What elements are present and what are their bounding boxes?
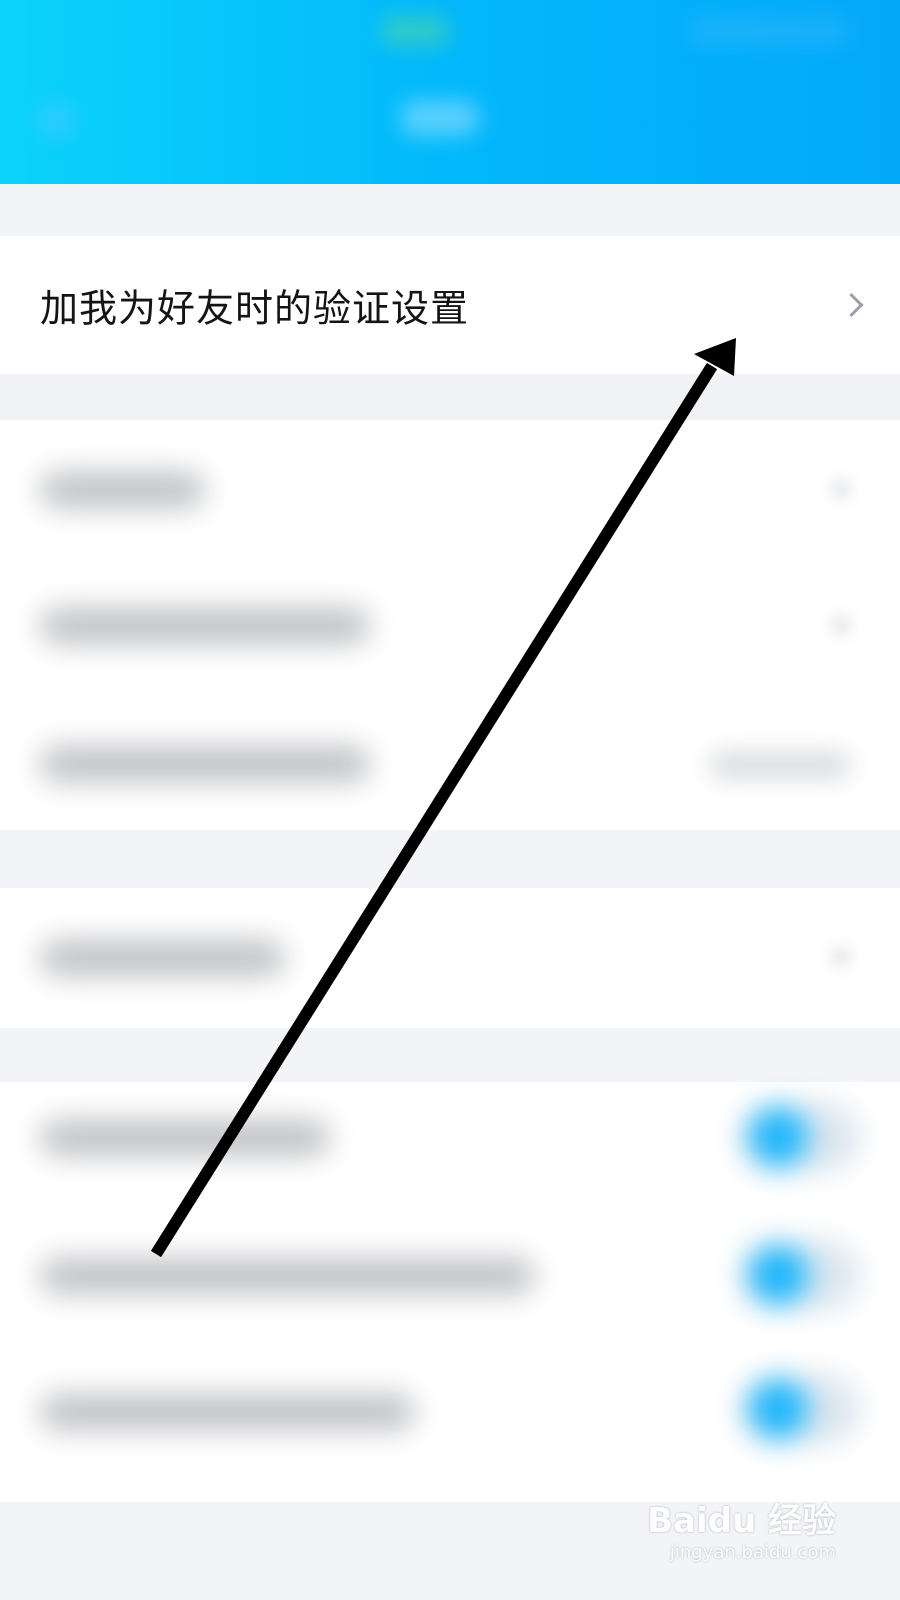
blurred-row-label <box>40 608 370 644</box>
blurred-row-label <box>40 1120 330 1156</box>
section-gap <box>0 374 900 420</box>
friend-verification-settings-row[interactable]: 加我为好友时的验证设置 <box>0 236 900 374</box>
toggle-knob <box>748 1379 808 1439</box>
chevron-right-icon <box>834 950 848 964</box>
toggle-switch[interactable] <box>740 1240 860 1310</box>
blurred-row-label <box>40 940 285 976</box>
watermark-brand: Baidu 经验 <box>647 1501 836 1541</box>
blurred-settings-group <box>0 888 900 1028</box>
blurred-row-label <box>40 1258 535 1294</box>
blurred-settings-group <box>0 420 900 830</box>
app-header <box>0 0 900 184</box>
toggle-switch[interactable] <box>740 1374 860 1444</box>
baidu-watermark: Baidu 经验 jingyan.baidu.com <box>647 1504 836 1564</box>
chevron-right-icon <box>834 618 848 632</box>
friend-verification-label: 加我为好友时的验证设置 <box>40 286 470 331</box>
blurred-toggle-group <box>0 1082 900 1502</box>
blurred-row-value <box>710 752 850 778</box>
chevron-right-icon <box>839 292 864 318</box>
chevron-right-icon <box>834 482 848 496</box>
section-gap <box>0 830 900 888</box>
section-gap <box>0 1028 900 1082</box>
toggle-knob <box>748 1245 808 1305</box>
toggle-switch[interactable] <box>740 1102 860 1172</box>
blurred-row-label <box>40 1394 415 1430</box>
section-gap <box>0 184 900 236</box>
watermark-site: jingyan.baidu.com <box>669 1542 836 1563</box>
blurred-row-label <box>40 472 205 508</box>
blurred-row-label <box>40 746 370 782</box>
toggle-knob <box>748 1107 808 1167</box>
